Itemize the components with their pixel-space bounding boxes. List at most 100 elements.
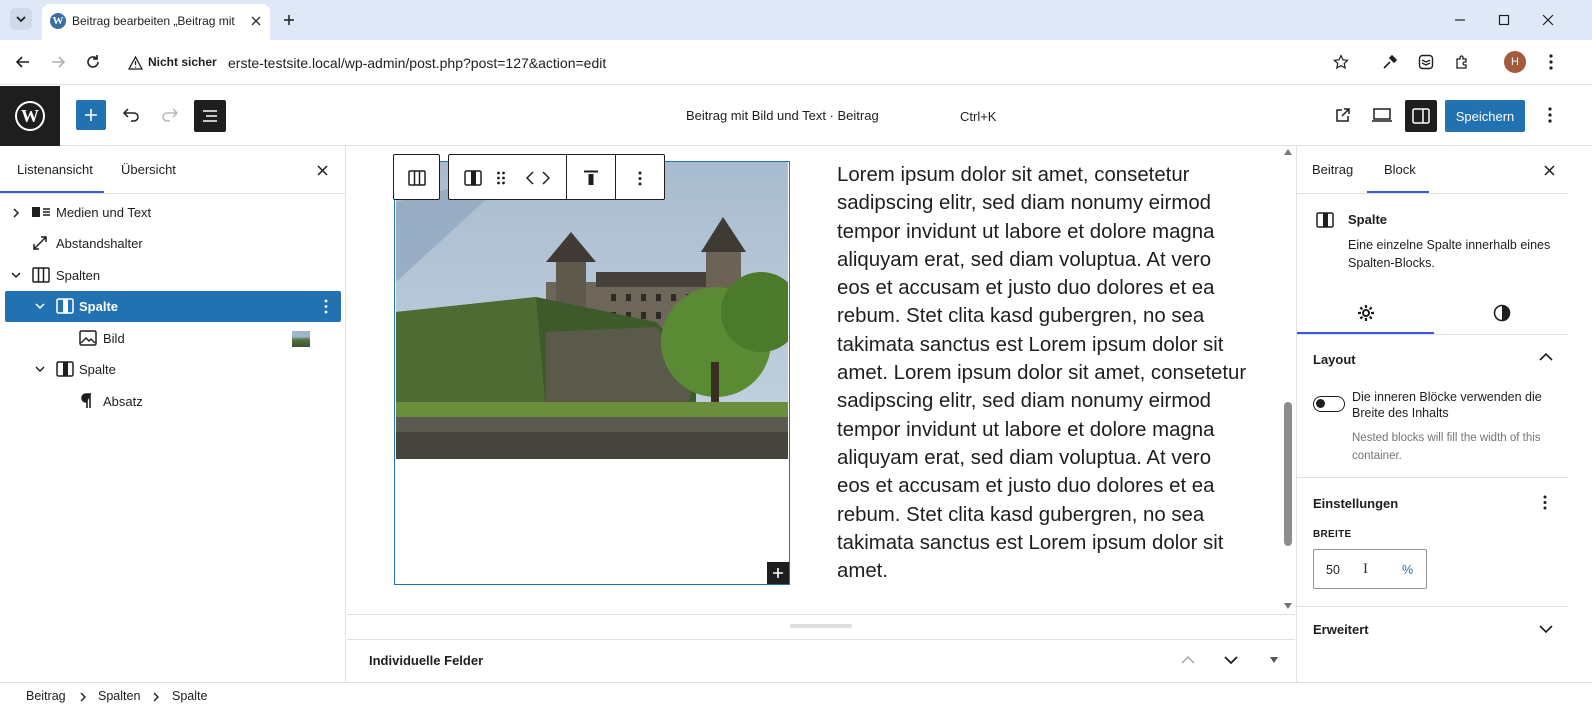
plus-icon (85, 109, 97, 121)
save-button[interactable]: Speichern (1445, 100, 1525, 132)
sidebar-icon (1412, 108, 1430, 124)
chevron-up-icon (1181, 656, 1195, 664)
tab-close-icon[interactable] (248, 13, 264, 29)
view-post-button[interactable] (1330, 102, 1356, 128)
back-button[interactable] (12, 51, 34, 73)
castle-image[interactable] (396, 162, 788, 459)
image-thumbnail (292, 331, 310, 347)
wordpress-favicon-icon: W (50, 13, 66, 29)
block-append-button[interactable] (767, 562, 789, 584)
settings-tab[interactable] (1297, 292, 1434, 334)
toggle-help: Nested blocks will fill the width of thi… (1352, 432, 1541, 462)
arrow-right-icon (52, 56, 66, 68)
document-title[interactable]: Beitrag mit Bild und Text · Beitrag (686, 108, 879, 123)
forward-button[interactable] (47, 51, 69, 73)
omnibox[interactable]: Nicht sicher erste-testsite.local/wp-adm… (118, 48, 1408, 78)
undo-button[interactable] (118, 102, 144, 128)
resize-handle[interactable] (790, 624, 852, 628)
move-up-button[interactable] (1178, 650, 1198, 670)
tab-block[interactable]: Block (1384, 162, 1416, 177)
list-item-absatz[interactable]: Absatz (5, 386, 341, 417)
tab-post[interactable]: Beitrag (1312, 162, 1353, 177)
image-icon (79, 330, 97, 346)
toggle-panel-button[interactable] (1266, 650, 1282, 670)
width-unit[interactable]: % (1402, 563, 1413, 577)
column-icon (56, 298, 74, 314)
parent-selector-button[interactable] (393, 154, 440, 200)
security-label[interactable]: Nicht sicher (148, 55, 217, 69)
caret-down-icon (1270, 657, 1278, 663)
eyedropper-extension-icon[interactable] (1379, 51, 1401, 73)
paragraph-block[interactable]: Lorem ipsum dolor sit amet, consetetur s… (837, 161, 1247, 585)
bookmark-star-icon[interactable] (1330, 51, 1352, 73)
warning-icon (128, 56, 143, 70)
close-window-button[interactable] (1536, 8, 1560, 32)
breadcrumb-item[interactable]: Beitrag (26, 689, 66, 703)
desktop-icon (1372, 108, 1392, 122)
inner-blocks-toggle[interactable] (1313, 396, 1345, 412)
close-panel-button[interactable] (312, 160, 332, 180)
layers-extension-icon[interactable] (1415, 51, 1437, 73)
browser-tab-bar: W Beitrag bearbeiten „Beitrag mit (0, 0, 1592, 40)
columns-icon (408, 170, 426, 186)
list-item-medien-und-text[interactable]: Medien und Text (5, 197, 341, 228)
new-tab-button[interactable] (278, 9, 300, 31)
list-item-label: Medien und Text (56, 205, 152, 220)
options-menu-button[interactable] (1537, 102, 1563, 128)
advanced-panel-title[interactable]: Erweitert (1313, 622, 1369, 637)
block-type-button[interactable] (459, 165, 487, 191)
list-item-bild[interactable]: Bild (5, 323, 341, 354)
tab-list-button[interactable] (10, 8, 32, 30)
align-top-icon (584, 170, 598, 185)
minimize-button[interactable] (1448, 8, 1472, 32)
list-item-abstandshalter[interactable]: Abstandshalter (5, 228, 341, 259)
vertical-align-button[interactable] (578, 165, 604, 191)
browser-tab[interactable]: W Beitrag bearbeiten „Beitrag mit (42, 4, 270, 40)
block-inserter-button[interactable] (76, 100, 106, 130)
width-value[interactable]: 50 (1326, 563, 1340, 577)
chevron-right-icon (153, 692, 159, 702)
columns-icon (32, 267, 50, 283)
arrow-left-icon (15, 56, 29, 68)
reload-button[interactable] (82, 51, 104, 73)
wordpress-icon: W (15, 101, 45, 131)
styles-tab[interactable] (1434, 292, 1569, 334)
block-options-button[interactable] (627, 165, 653, 191)
browser-menu-icon[interactable] (1540, 51, 1562, 73)
layout-panel-title[interactable]: Layout (1313, 352, 1356, 367)
block-toolbar (448, 154, 665, 200)
width-input[interactable]: 50 I % (1313, 549, 1427, 589)
tab-list-view[interactable]: Listenansicht (17, 162, 93, 177)
chevron-up-icon (1539, 353, 1553, 361)
profile-avatar[interactable]: H (1504, 51, 1526, 73)
move-right-button[interactable] (537, 165, 555, 191)
chevron-right-icon (542, 171, 550, 185)
meta-box-title[interactable]: Individuelle Felder (369, 653, 483, 668)
list-item-spalte[interactable]: Spalte (5, 354, 341, 385)
address-bar-row: Nicht sicher erste-testsite.local/wp-adm… (0, 40, 1592, 85)
svg-text:W: W (21, 106, 39, 126)
list-item-spalte-selected[interactable]: Spalte (5, 291, 341, 322)
toggle-label: Die inneren Blöcke verwenden die Breite … (1352, 390, 1542, 420)
settings-sidebar-toggle[interactable] (1405, 100, 1437, 132)
url-text[interactable]: erste-testsite.local/wp-admin/post.php?p… (228, 55, 606, 71)
chevron-down-icon (35, 303, 45, 310)
list-item-label: Bild (103, 331, 125, 346)
wordpress-logo-button[interactable]: W (0, 86, 60, 146)
redo-button[interactable] (157, 102, 183, 128)
document-overview-button[interactable] (194, 100, 226, 132)
move-down-button[interactable] (1221, 650, 1241, 670)
list-item-spalten[interactable]: Spalten (5, 260, 341, 291)
chevron-left-icon (526, 171, 534, 185)
preview-button[interactable] (1368, 102, 1396, 128)
breadcrumb-item[interactable]: Spalte (172, 689, 207, 703)
drag-handle[interactable] (491, 165, 511, 191)
tab-outline[interactable]: Übersicht (121, 162, 176, 177)
close-sidebar-button[interactable] (1539, 160, 1559, 180)
column-block-selected[interactable] (394, 161, 790, 585)
maximize-button[interactable] (1492, 8, 1516, 32)
extensions-puzzle-icon[interactable] (1451, 51, 1473, 73)
breadcrumb-item[interactable]: Spalten (98, 689, 140, 703)
canvas-scrollbar-thumb[interactable] (1284, 402, 1292, 546)
command-shortcut[interactable]: Ctrl+K (960, 109, 996, 124)
